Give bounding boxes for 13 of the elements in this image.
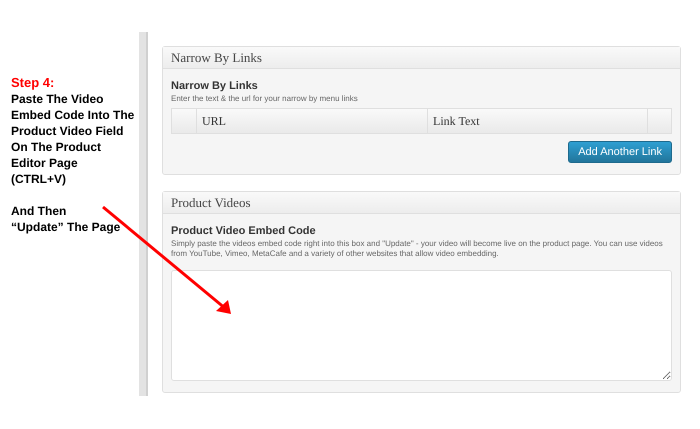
field-label: Product Video Embed Code	[171, 225, 317, 238]
field-description: Enter the text & the url for your narrow by menu links	[171, 94, 359, 104]
column-header: Link Text	[433, 113, 480, 130]
embed-code-field[interactable]	[171, 270, 672, 381]
panel-title: Product Videos	[171, 194, 251, 212]
panel-title: Narrow By Links	[171, 48, 262, 67]
field-label: Narrow By Links	[171, 80, 259, 93]
column-header: URL	[202, 113, 226, 130]
instruction-text: Paste The Video Embed Code Into The Product Video Field On The Product Editor Page (CTRL+V)	[11, 91, 135, 187]
field-description: Simply paste the videos embed code right into this box and "Update" - your video will become live on the product page. You can use videos from YouTube, Vimeo, MetaCafe and a variety of other websites that allow video embedding.	[171, 239, 664, 259]
add-link-button[interactable]: Add Another Link	[568, 141, 672, 163]
instruction-text: And Then “Update” The Page	[11, 203, 121, 235]
step-heading: Step 4:	[11, 75, 56, 91]
